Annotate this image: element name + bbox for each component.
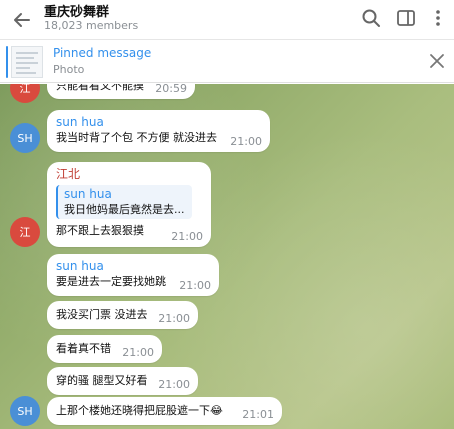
message-list[interactable]: 江 只能看看又不能摸 20:59 SH sun hua 我当时背了个包 不方便 … xyxy=(0,84,454,429)
message-bubble[interactable]: 看着真不错 21:00 xyxy=(47,335,162,363)
message-text: 上那个楼她还晓得把屁股遮一下😂 xyxy=(56,404,223,417)
more-options-icon[interactable] xyxy=(428,8,448,28)
back-arrow-icon[interactable] xyxy=(10,8,34,32)
message-bubble[interactable]: sun hua 我当时背了个包 不方便 就没进去 21:00 xyxy=(47,110,270,152)
message-time: 21:00 xyxy=(122,346,154,359)
message-sender[interactable]: 江北 xyxy=(56,166,202,182)
message-bubble[interactable]: 上那个楼她还晓得把屁股遮一下😂 21:01 xyxy=(47,397,282,425)
message-time: 21:00 xyxy=(179,279,211,292)
search-icon[interactable] xyxy=(361,8,381,28)
message-bubble[interactable]: 只能看看又不能摸 20:59 xyxy=(47,84,195,99)
avatar[interactable]: 江 xyxy=(10,217,40,247)
avatar[interactable]: 江 xyxy=(10,84,40,103)
message-bubble[interactable]: sun hua 要是进去一定要找她跳 21:00 xyxy=(47,254,219,296)
chat-header: 重庆砂舞群 18,023 members xyxy=(0,0,454,40)
pinned-subtitle: Photo xyxy=(53,63,85,76)
reply-sender: sun hua xyxy=(64,187,112,201)
member-count: 18,023 members xyxy=(44,19,139,32)
avatar[interactable]: SH xyxy=(10,396,40,426)
pinned-photo-thumbnail xyxy=(11,46,43,78)
pinned-accent-bar xyxy=(6,46,8,78)
sidebar-toggle-icon[interactable] xyxy=(396,8,416,28)
pinned-message-bar[interactable]: Pinned message Photo xyxy=(0,41,454,83)
message-time: 21:00 xyxy=(158,312,190,325)
avatar[interactable]: SH xyxy=(10,123,40,153)
message-bubble[interactable]: 江北 sun hua 我日他妈最后竟然是去... 那不跟上去狠狠摸 21:00 xyxy=(47,162,211,247)
message-bubble[interactable]: 我没买门票 没进去 21:00 xyxy=(47,301,198,329)
message-bubble[interactable]: 穿的骚 腿型又好看 21:00 xyxy=(47,367,198,395)
message-time: 21:00 xyxy=(158,378,190,391)
reply-quote[interactable]: sun hua 我日他妈最后竟然是去... xyxy=(56,185,192,219)
chat-title[interactable]: 重庆砂舞群 xyxy=(44,1,109,20)
message-time: 20:59 xyxy=(155,84,187,95)
message-time: 21:00 xyxy=(230,135,262,148)
close-icon[interactable] xyxy=(428,52,446,70)
message-sender[interactable]: sun hua xyxy=(56,258,210,274)
pinned-title: Pinned message xyxy=(53,46,152,60)
message-time: 21:00 xyxy=(171,230,203,243)
reply-text: 我日他妈最后竟然是去... xyxy=(64,203,185,216)
message-time: 21:01 xyxy=(242,408,274,421)
message-sender[interactable]: sun hua xyxy=(56,114,261,130)
